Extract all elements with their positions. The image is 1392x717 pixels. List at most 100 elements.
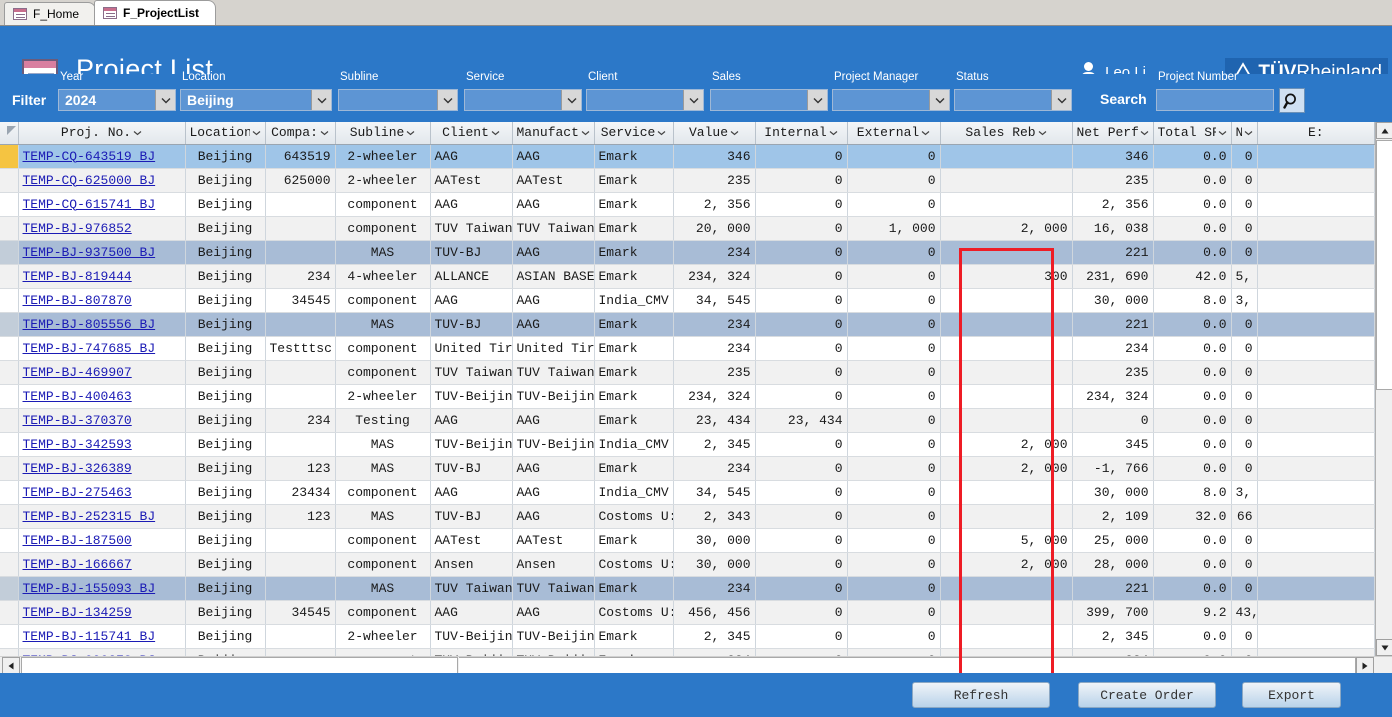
project-number-link-cell[interactable]: TEMP-BJ-252315 BJ [18,504,186,529]
column-header-value[interactable]: Value [673,122,756,145]
column-header-np-s[interactable]: NP / S [1231,122,1258,145]
table-row[interactable]: TEMP-BJ-469907 Beijing component TUV Taiwan… [0,360,1375,385]
table-row[interactable]: TEMP-BJ-747685 BJ Beijing Testttsc componen… [0,336,1375,361]
chevron-down-icon[interactable] [406,130,415,136]
project-number-link[interactable]: TEMP-BJ-155093 BJ [23,581,156,596]
project-number-link-cell[interactable]: TEMP-BJ-976852 [18,216,186,241]
table-row[interactable]: TEMP-BJ-976852 Beijing component TUV Taiwan… [0,216,1375,241]
column-header-proj-no[interactable]: Proj. No. [18,122,186,145]
column-header-total-sr[interactable]: Total SR [1153,122,1232,145]
create-order-button[interactable]: Create Order [1078,682,1216,708]
row-selector[interactable] [0,216,19,241]
table-row[interactable]: TEMP-BJ-937500 BJ Beijing MAS TUV-BJ AAG Emar… [0,240,1375,265]
table-row[interactable]: TEMP-BJ-166667 Beijing component Ansen Ansen… [0,552,1375,577]
status-combo[interactable] [954,89,1072,111]
chevron-down-icon[interactable] [1244,130,1253,136]
row-selector[interactable] [0,168,19,193]
project-number-link-cell[interactable]: TEMP-BJ-807870 [18,288,186,313]
project-number-link-cell[interactable]: TEMP-BJ-342593 [18,432,186,457]
chevron-down-icon[interactable] [929,90,949,110]
chevron-down-icon[interactable] [581,130,590,136]
table-row[interactable]: TEMP-BJ-819444 Beijing 234 4-wheeler ALLANCE… [0,264,1375,289]
project-number-link[interactable]: TEMP-BJ-805556 BJ [23,317,156,332]
chevron-down-icon[interactable] [1218,130,1227,136]
column-header-client[interactable]: Client [430,122,513,145]
project-number-link-cell[interactable]: TEMP-BJ-155093 BJ [18,576,186,601]
sales-combo[interactable] [710,89,828,111]
chevron-down-icon[interactable] [311,90,331,110]
vertical-scroll-thumb[interactable] [1376,140,1392,390]
chevron-down-icon[interactable] [155,90,175,110]
row-selector[interactable] [0,192,19,217]
table-row[interactable]: TEMP-CQ-615741 BJ Beijing component AAG AAG E… [0,192,1375,217]
row-selector[interactable] [0,360,19,385]
project-number-link-cell[interactable]: TEMP-BJ-275463 [18,480,186,505]
project-number-link[interactable]: TEMP-CQ-615741 BJ [23,197,156,212]
project-number-link[interactable]: TEMP-BJ-275463 [23,485,132,500]
project-number-link-cell[interactable]: TEMP-BJ-115741 BJ [18,624,186,649]
chevron-down-icon[interactable] [730,130,739,136]
project-number-link-cell[interactable]: TEMP-BJ-326389 [18,456,186,481]
table-row[interactable]: TEMP-BJ-155093 BJ Beijing MAS TUV Taiwan TUV… [0,576,1375,601]
project-number-link-cell[interactable]: TEMP-BJ-166667 [18,552,186,577]
refresh-button[interactable]: Refresh [912,682,1050,708]
row-selector[interactable] [0,480,19,505]
table-row[interactable]: TEMP-BJ-275463 Beijing 23434 component AAG AA… [0,480,1375,505]
chevron-down-icon[interactable] [133,130,142,136]
table-row[interactable]: TEMP-BJ-326389 Beijing 123 MAS TUV-BJ AAG Emar… [0,456,1375,481]
column-header-location[interactable]: Location [185,122,266,145]
table-row[interactable]: TEMP-BJ-805556 BJ Beijing MAS TUV-BJ AAG Emar… [0,312,1375,337]
scroll-down-button[interactable] [1376,639,1392,656]
search-button[interactable] [1279,88,1305,113]
table-row[interactable]: TEMP-BJ-400463 Beijing 2-wheeler TUV-Beijin… [0,384,1375,409]
row-selector[interactable] [0,624,19,649]
project-number-link[interactable]: TEMP-BJ-187500 [23,533,132,548]
project-number-link[interactable]: TEMP-BJ-469907 [23,365,132,380]
chevron-down-icon[interactable] [491,130,500,136]
project-number-link[interactable]: TEMP-BJ-115741 BJ [23,629,156,644]
row-selector[interactable] [0,336,19,361]
column-header-service[interactable]: Service [594,122,674,145]
horizontal-scroll-track[interactable] [459,657,1356,674]
row-selector[interactable] [0,240,19,265]
service-combo[interactable] [464,89,582,111]
chevron-down-icon[interactable] [683,90,703,110]
project-number-link-cell[interactable]: TEMP-BJ-819444 [18,264,186,289]
horizontal-scrollbar[interactable] [0,656,1392,674]
column-header-subline[interactable]: Subline [335,122,431,145]
project-datasheet[interactable]: Proj. No. Location Compa: Subline Client… [0,122,1392,673]
column-header-manufacturer[interactable]: Manufactu [512,122,595,145]
project-number-link[interactable]: TEMP-BJ-976852 [23,221,132,236]
project-number-link-cell[interactable]: TEMP-CQ-643519 BJ [18,144,186,169]
chevron-down-icon[interactable] [561,90,581,110]
project-number-link[interactable]: TEMP-BJ-326389 [23,461,132,476]
row-selector[interactable] [0,456,19,481]
year-combo[interactable]: 2024 [58,89,176,111]
project-number-link[interactable]: TEMP-BJ-342593 [23,437,132,452]
project-manager-combo[interactable] [832,89,950,111]
project-number-link-cell[interactable]: TEMP-BJ-187500 [18,528,186,553]
column-header-sales-rebate[interactable]: Sales Reb [940,122,1073,145]
table-row[interactable]: TEMP-BJ-807870 Beijing 34545 component AAG AA… [0,288,1375,313]
scroll-right-button[interactable] [1356,657,1374,674]
table-row[interactable]: TEMP-BJ-370370 Beijing 234 Testing AAG AAG Ema… [0,408,1375,433]
subline-combo[interactable] [338,89,458,111]
project-number-link[interactable]: TEMP-CQ-643519 BJ [23,149,156,164]
project-number-link[interactable]: TEMP-BJ-747685 BJ [23,341,156,356]
project-number-link[interactable]: TEMP-CQ-625000 BJ [23,173,156,188]
row-selector[interactable] [0,408,19,433]
table-row[interactable]: TEMP-BJ-252315 BJ Beijing 123 MAS TUV-BJ AAG C… [0,504,1375,529]
project-number-link[interactable]: TEMP-BJ-166667 [23,557,132,572]
table-row[interactable]: TEMP-BJ-115741 BJ Beijing 2-wheeler TUV-Bei… [0,624,1375,649]
column-header-company[interactable]: Compa: [265,122,336,145]
row-selector[interactable] [0,600,19,625]
chevron-down-icon[interactable] [252,130,261,136]
tab-f-projectlist[interactable]: F_ProjectList [94,0,217,25]
project-number-link[interactable]: TEMP-BJ-807870 [23,293,132,308]
chevron-down-icon[interactable] [437,90,457,110]
column-header-net-perf[interactable]: Net Perf. [1072,122,1154,145]
row-selector[interactable] [0,576,19,601]
chevron-down-icon[interactable] [657,130,666,136]
row-selector[interactable] [0,144,19,169]
project-number-link[interactable]: TEMP-BJ-134259 [23,605,132,620]
